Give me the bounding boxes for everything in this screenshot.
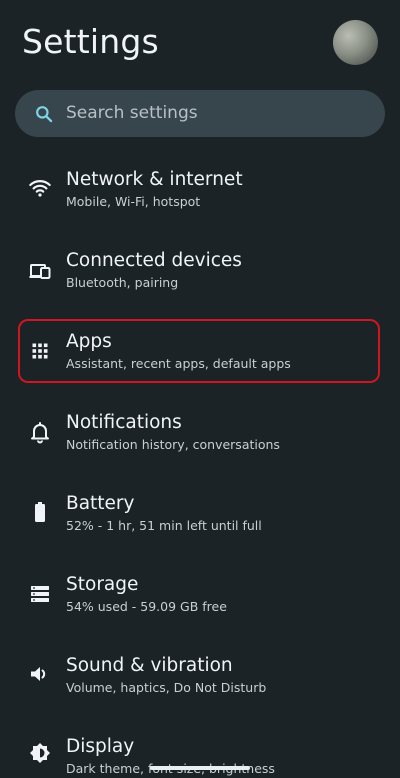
item-subtitle: Bluetooth, pairing <box>66 275 179 290</box>
settings-item-storage[interactable]: Storage 54% used - 59.09 GB free <box>0 565 400 639</box>
item-subtitle: 54% used - 59.09 GB free <box>66 599 227 614</box>
settings-item-battery[interactable]: Battery 52% - 1 hr, 51 min left until fu… <box>0 484 400 558</box>
item-title: Display <box>66 736 135 757</box>
battery-icon <box>35 502 45 522</box>
item-subtitle: Notification history, conversations <box>66 437 280 452</box>
settings-screen: Settings Search settings Network & inter… <box>0 0 400 778</box>
page-title: Settings <box>22 22 159 61</box>
storage-icon <box>31 586 49 602</box>
item-title: Connected devices <box>66 250 242 271</box>
item-title: Battery <box>66 493 135 514</box>
item-title: Storage <box>66 574 139 595</box>
settings-item-network[interactable]: Network & internet Mobile, Wi-Fi, hotspo… <box>0 160 400 234</box>
search-icon <box>36 106 53 123</box>
item-title: Apps <box>66 331 112 352</box>
bell-icon <box>31 422 49 444</box>
item-title: Sound & vibration <box>66 655 233 676</box>
item-subtitle: Assistant, recent apps, default apps <box>66 356 291 371</box>
wifi-icon <box>29 180 51 197</box>
settings-item-connected-devices[interactable]: Connected devices Bluetooth, pairing <box>0 241 400 315</box>
display-brightness-icon <box>30 743 50 763</box>
item-title: Network & internet <box>66 169 243 190</box>
item-subtitle: Volume, haptics, Do Not Disturb <box>66 680 267 695</box>
item-subtitle: 52% - 1 hr, 51 min left until full <box>66 518 262 533</box>
volume-icon <box>31 667 46 681</box>
settings-item-sound[interactable]: Sound & vibration Volume, haptics, Do No… <box>0 646 400 720</box>
item-subtitle: Mobile, Wi-Fi, hotspot <box>66 194 201 209</box>
gesture-navigation-bar[interactable] <box>150 766 250 770</box>
settings-item-apps[interactable]: Apps Assistant, recent apps, default app… <box>0 322 400 396</box>
devices-icon <box>29 264 51 279</box>
settings-item-notifications[interactable]: Notifications Notification history, conv… <box>0 403 400 477</box>
avatar[interactable] <box>333 20 378 65</box>
search-bar[interactable]: Search settings <box>15 90 385 137</box>
apps-grid-icon <box>32 343 48 359</box>
settings-item-display[interactable]: Display Dark theme, font size, brightnes… <box>0 727 400 778</box>
item-title: Notifications <box>66 412 182 433</box>
search-input[interactable]: Search settings <box>66 90 198 137</box>
header: Settings <box>0 0 400 88</box>
